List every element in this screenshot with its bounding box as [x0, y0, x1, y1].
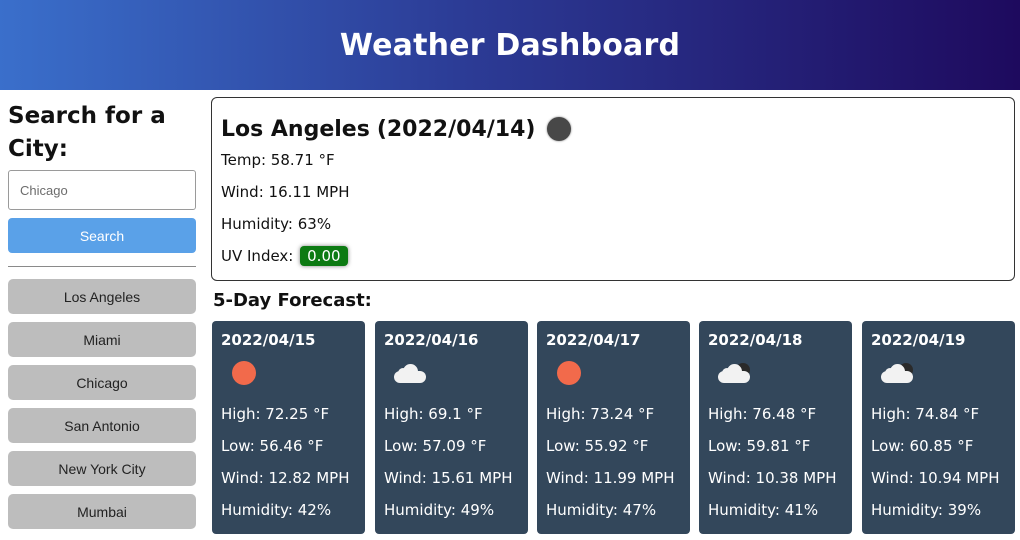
forecast-icon-slot: [384, 350, 519, 396]
current-weather-panel: Los Angeles (2022/04/14) Temp: 58.71 °F …: [211, 97, 1015, 281]
forecast-card: 2022/04/18 High: 76.48 °F Low: 59.81 °F …: [699, 321, 852, 534]
forecast-icon-slot: [546, 350, 681, 396]
forecast-wind: Wind: 15.61 MPH: [384, 469, 513, 487]
forecast-card: 2022/04/19 High: 74.84 °F Low: 60.85 °F …: [862, 321, 1015, 534]
forecast-low: Low: 57.09 °F: [384, 437, 487, 455]
forecast-low: Low: 56.46 °F: [221, 437, 324, 455]
sidebar-divider: [8, 266, 196, 267]
forecast-cards: 2022/04/15 High: 72.25 °F Low: 56.46 °F …: [212, 321, 1015, 534]
history-button-chicago[interactable]: Chicago: [8, 365, 196, 400]
search-heading: Search for a City:: [8, 103, 166, 162]
forecast-wind: Wind: 10.38 MPH: [708, 469, 837, 487]
history-button-los-angeles[interactable]: Los Angeles: [8, 279, 196, 314]
page-title: Weather Dashboard: [339, 27, 681, 63]
forecast-date: 2022/04/16: [384, 331, 479, 349]
forecast-wind: Wind: 12.82 MPH: [221, 469, 350, 487]
forecast-card: 2022/04/16 High: 69.1 °F Low: 57.09 °F W…: [375, 321, 528, 534]
uv-index-label: UV Index:: [221, 247, 294, 265]
current-uv: UV Index: 0.00: [221, 240, 1005, 272]
forecast-high: High: 76.48 °F: [708, 405, 817, 423]
uv-index-badge: 0.00: [300, 246, 348, 266]
forecast-icon-slot: [871, 350, 1006, 396]
forecast-card: 2022/04/15 High: 72.25 °F Low: 56.46 °F …: [212, 321, 365, 534]
page-header: Weather Dashboard: [0, 0, 1020, 90]
forecast-high: High: 74.84 °F: [871, 405, 980, 423]
forecast-humidity: Humidity: 39%: [871, 501, 982, 519]
history-button-san-antonio[interactable]: San Antonio: [8, 408, 196, 443]
forecast-high: High: 73.24 °F: [546, 405, 655, 423]
cloud-icon: [394, 362, 426, 384]
current-temp: Temp: 58.71 °F: [221, 151, 335, 169]
cloud-night-icon: [718, 362, 750, 384]
forecast-date: 2022/04/18: [708, 331, 803, 349]
search-sidebar: Search for a City: Search Los Angeles Mi…: [8, 100, 196, 537]
current-city-name: Los Angeles: [221, 116, 370, 142]
forecast-high: High: 69.1 °F: [384, 405, 483, 423]
current-wind: Wind: 16.11 MPH: [221, 183, 350, 201]
forecast-wind: Wind: 11.99 MPH: [546, 469, 675, 487]
current-date: (2022/04/14): [376, 116, 536, 142]
forecast-date: 2022/04/15: [221, 331, 316, 349]
search-history-list: Los Angeles Miami Chicago San Antonio Ne…: [8, 279, 196, 529]
history-button-new-york-city[interactable]: New York City: [8, 451, 196, 486]
forecast-low: Low: 59.81 °F: [708, 437, 811, 455]
sun-icon: [232, 361, 256, 385]
current-weather-title: Los Angeles (2022/04/14): [221, 116, 1005, 142]
search-button[interactable]: Search: [8, 218, 196, 253]
sun-icon: [557, 361, 581, 385]
forecast-humidity: Humidity: 49%: [384, 501, 495, 519]
cloud-night-icon: [881, 362, 913, 384]
forecast-humidity: Humidity: 41%: [708, 501, 819, 519]
forecast-humidity: Humidity: 47%: [546, 501, 657, 519]
forecast-high: High: 72.25 °F: [221, 405, 330, 423]
city-search-input[interactable]: [8, 170, 196, 210]
moon-icon: [547, 117, 572, 141]
forecast-date: 2022/04/19: [871, 331, 966, 349]
forecast-heading: 5-Day Forecast:: [213, 290, 372, 311]
history-button-mumbai[interactable]: Mumbai: [8, 494, 196, 529]
forecast-humidity: Humidity: 42%: [221, 501, 332, 519]
current-humidity: Humidity: 63%: [221, 215, 332, 233]
forecast-date: 2022/04/17: [546, 331, 641, 349]
forecast-low: Low: 60.85 °F: [871, 437, 974, 455]
forecast-low: Low: 55.92 °F: [546, 437, 649, 455]
history-button-miami[interactable]: Miami: [8, 322, 196, 357]
forecast-icon-slot: [708, 350, 843, 396]
forecast-wind: Wind: 10.94 MPH: [871, 469, 1000, 487]
forecast-card: 2022/04/17 High: 73.24 °F Low: 55.92 °F …: [537, 321, 690, 534]
forecast-icon-slot: [221, 350, 356, 396]
